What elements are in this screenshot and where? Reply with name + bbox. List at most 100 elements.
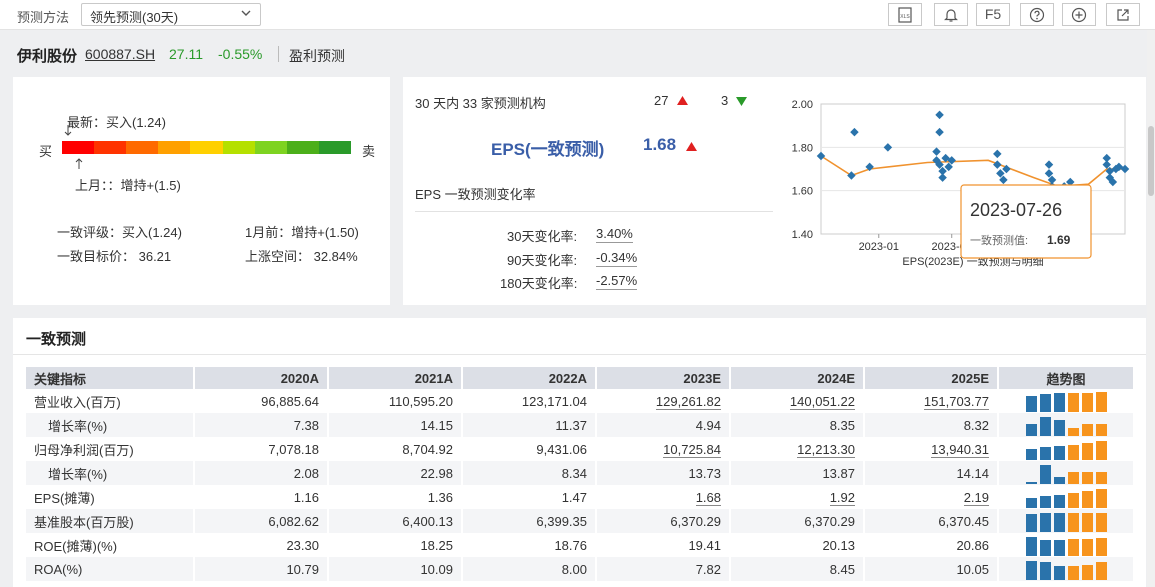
rate-90d-label: 90天变化率: xyxy=(507,253,578,268)
trend-bar xyxy=(1081,491,1093,508)
row-indicator-name: 营业收入(百万) xyxy=(26,389,195,413)
consensus-table: 关键指标 2020A 2021A 2022A 2023E 2024E 2025E… xyxy=(26,367,1135,581)
section-title: 一致预测 xyxy=(26,331,87,348)
table-cell: 6,399.35 xyxy=(462,509,597,533)
trend-bar xyxy=(1039,417,1051,436)
table-cell[interactable]: 10,725.84 xyxy=(596,437,731,461)
last-month-rating: 上月：：增持+(1.5) xyxy=(75,178,181,193)
rating-scale-segment xyxy=(126,141,159,154)
eps-forecast-card: 30 天内 33 家预测机构 27 3 EPS(一致预测) 1.68 EPS 一… xyxy=(403,77,1146,305)
trend-bar xyxy=(1095,488,1107,508)
rate-180d-value[interactable]: -2.57% xyxy=(596,273,638,290)
rating-scale xyxy=(62,141,351,154)
table-cell[interactable]: 2.19 xyxy=(864,485,999,509)
export-xls-button[interactable]: XLS xyxy=(888,3,922,26)
trend-bar xyxy=(1025,449,1037,460)
tooltip-value: 1.69 xyxy=(1047,233,1071,247)
table-cell[interactable]: 129,261.82 xyxy=(596,389,731,413)
popout-button[interactable] xyxy=(1106,3,1140,26)
table-row: ROA(%) 10.79 10.09 8.00 7.82 8.45 10.05 xyxy=(26,557,1135,581)
trend-bar xyxy=(1067,539,1079,556)
row-indicator-name: 归母净利润(百万) xyxy=(26,437,195,461)
trend-bar xyxy=(1053,495,1065,508)
forecast-method-value: 领先预测(30天) xyxy=(90,10,179,25)
table-cell: 6,370.29 xyxy=(596,509,731,533)
forecast-value-link[interactable]: 2.19 xyxy=(963,489,989,506)
rating-card: 最新：买入(1.24) 买 卖 上月：：增持+(1.5) 一致评级：买入(1.2… xyxy=(13,77,390,305)
table-cell: 7,078.18 xyxy=(194,437,329,461)
trend-bar xyxy=(1067,566,1079,580)
table-cell: 7.38 xyxy=(194,413,329,437)
table-cell[interactable]: 151,703.77 xyxy=(864,389,999,413)
trend-bar xyxy=(1081,423,1093,436)
table-cell[interactable]: 13,940.31 xyxy=(864,437,999,461)
scrollbar-thumb[interactable] xyxy=(1148,126,1154,196)
table-cell[interactable]: 140,051.22 xyxy=(730,389,865,413)
trend-bar xyxy=(1053,477,1065,484)
rating-scale-segment xyxy=(62,141,95,154)
table-cell: 4.94 xyxy=(596,413,731,437)
trend-bar xyxy=(1053,446,1065,460)
rate-180d-label: 180天变化率: xyxy=(500,276,578,291)
forecast-value-link[interactable]: 12,213.30 xyxy=(797,441,855,458)
header-2021a: 2021A xyxy=(328,367,463,389)
forecast-value-link[interactable]: 10,725.84 xyxy=(663,441,721,458)
stock-code-link[interactable]: 600887.SH xyxy=(85,46,155,62)
row-indicator-name: EPS(摊薄) xyxy=(26,485,195,509)
trend-bar xyxy=(1025,536,1037,556)
add-button[interactable] xyxy=(1062,3,1096,26)
alert-button[interactable] xyxy=(934,3,968,26)
trend-bar xyxy=(1067,512,1079,532)
stock-change: -0.55% xyxy=(218,46,263,62)
arrow-up-icon xyxy=(75,158,83,169)
tooltip-label: 一致预测值: xyxy=(970,233,1028,247)
trend-bar xyxy=(1095,423,1107,436)
table-cell: 96,885.64 xyxy=(194,389,329,413)
x-tick-label: 2023-01 xyxy=(859,241,899,253)
vertical-scrollbar[interactable] xyxy=(1147,30,1155,587)
rating-scale-segment xyxy=(190,141,223,154)
y-tick-label: 2.00 xyxy=(792,99,813,111)
row-indicator-name: ROE(摊薄)(%) xyxy=(26,533,195,557)
eps-scatter-chart[interactable]: 2.001.801.601.402023-01 2023-05EPS(2023E)… xyxy=(775,87,1143,299)
table-cell: 22.98 xyxy=(328,461,463,485)
table-cell: 6,082.62 xyxy=(194,509,329,533)
forecast-value-link[interactable]: 129,261.82 xyxy=(655,393,721,410)
trend-bar xyxy=(1039,496,1051,508)
table-cell: 14.15 xyxy=(328,413,463,437)
forecast-value-link[interactable]: 13,940.31 xyxy=(931,441,989,458)
eps-label: EPS(一致预测) xyxy=(491,140,605,159)
trend-bar xyxy=(1081,564,1093,580)
trend-bar xyxy=(1067,493,1079,508)
table-row: 营业收入(百万) 96,885.64 110,595.20 123,171.04 129… xyxy=(26,389,1135,413)
rating-scale-segment xyxy=(94,141,127,154)
forecast-value-link[interactable]: 1.92 xyxy=(829,489,855,506)
trend-bar xyxy=(1095,392,1107,412)
table-cell[interactable]: 12,213.30 xyxy=(730,437,865,461)
forecast-value-link[interactable]: 1.68 xyxy=(695,489,721,506)
stock-price: 27.11 xyxy=(169,46,203,62)
trend-bar xyxy=(1053,392,1065,412)
trend-bar xyxy=(1067,444,1079,460)
trend-bar xyxy=(1053,419,1065,436)
stock-name: 伊利股份 xyxy=(17,48,78,65)
rate-30d-value[interactable]: 3.40% xyxy=(596,226,633,243)
table-cell[interactable]: 1.92 xyxy=(730,485,865,509)
triangle-down-icon xyxy=(736,97,747,106)
forecast-method-select[interactable]: 领先预测(30天) xyxy=(81,3,261,26)
table-row: 增长率(%) 7.38 14.15 11.37 4.94 8.35 8.32 xyxy=(26,413,1135,437)
header-2025e: 2025E xyxy=(864,367,999,389)
help-icon xyxy=(1029,7,1045,23)
rate-90d-value[interactable]: -0.34% xyxy=(596,250,638,267)
table-cell: 20.86 xyxy=(864,533,999,557)
f5-refresh-button[interactable]: F5 xyxy=(976,3,1010,26)
forecast-value-link[interactable]: 151,703.77 xyxy=(923,393,989,410)
forecast-value-link[interactable]: 140,051.22 xyxy=(789,393,855,410)
help-button[interactable] xyxy=(1020,3,1054,26)
trend-bar xyxy=(1039,562,1051,580)
trend-bar xyxy=(1025,513,1037,532)
eps-value: 1.68 xyxy=(643,135,677,154)
rating-scale-segment xyxy=(318,141,351,154)
table-cell: 6,400.13 xyxy=(328,509,463,533)
table-cell[interactable]: 1.68 xyxy=(596,485,731,509)
